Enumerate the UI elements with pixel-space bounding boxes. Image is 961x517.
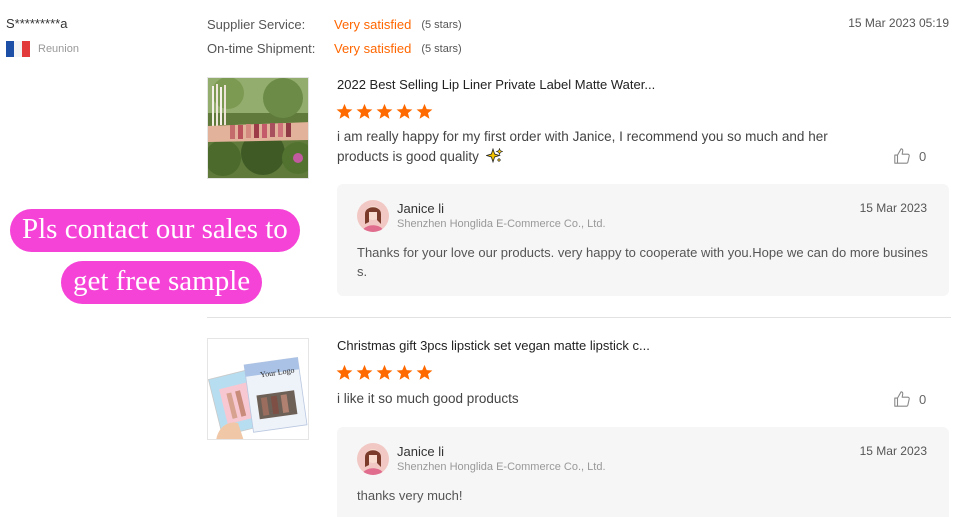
product-thumbnail[interactable]: Your Logo bbox=[207, 338, 309, 440]
thumbs-up-icon bbox=[894, 148, 910, 164]
like-count: 0 bbox=[919, 148, 927, 164]
review-comment: i like it so much good products bbox=[337, 391, 519, 406]
reply-text: thanks very much! bbox=[357, 488, 463, 503]
review-stars bbox=[336, 103, 433, 120]
supplier-avatar-icon bbox=[357, 200, 389, 232]
supplier-reply: Janice li Shenzhen Honglida E-Commerce C… bbox=[337, 184, 949, 296]
review-date: 15 Mar 2023 05:19 bbox=[848, 16, 949, 30]
reply-date: 15 Mar 2023 bbox=[859, 201, 927, 215]
rating-stars-text: (5 stars) bbox=[421, 18, 462, 31]
review-comment-text: i am really happy for my first order wit… bbox=[337, 129, 828, 164]
rating-value: Very satisfied bbox=[334, 17, 412, 32]
reply-author-name: Janice li bbox=[397, 444, 444, 459]
rating-stars-text: (5 stars) bbox=[421, 42, 462, 55]
divider bbox=[207, 317, 951, 318]
promo-line-2: get free sample bbox=[61, 261, 263, 304]
promo-line-1: Pls contact our sales to bbox=[10, 209, 300, 252]
star-icon bbox=[356, 103, 373, 119]
rating-label: Supplier Service: bbox=[207, 17, 306, 32]
thumbs-up-icon bbox=[894, 391, 910, 407]
product-title-link[interactable]: Christmas gift 3pcs lipstick set vegan m… bbox=[337, 338, 650, 353]
star-icon bbox=[416, 103, 433, 119]
star-icon bbox=[396, 364, 413, 380]
avatar bbox=[357, 443, 389, 475]
product-photo-lipstick-set-icon bbox=[208, 339, 308, 439]
reply-company: Shenzhen Honglida E-Commerce Co., Ltd. bbox=[397, 461, 606, 473]
star-icon bbox=[396, 103, 413, 119]
sparkles-icon bbox=[484, 147, 503, 164]
product-thumbnail[interactable] bbox=[207, 77, 309, 179]
star-icon bbox=[376, 103, 393, 119]
supplier-reply: Janice li Shenzhen Honglida E-Commerce C… bbox=[337, 427, 949, 517]
like-count: 0 bbox=[919, 391, 927, 407]
reply-text: Thanks for your love our products. very … bbox=[357, 245, 928, 279]
star-icon bbox=[416, 364, 433, 380]
rating-supplier-service: Supplier Service: Very satisfied (5 star… bbox=[207, 17, 462, 32]
reply-author-name: Janice li bbox=[397, 201, 444, 216]
product-title-link[interactable]: 2022 Best Selling Lip Liner Private Labe… bbox=[337, 77, 655, 92]
product-photo-lip-swatches-icon bbox=[208, 78, 308, 178]
star-icon bbox=[336, 103, 353, 119]
promo-overlay: Pls contact our sales to get free sample bbox=[10, 209, 332, 309]
like-button[interactable]: 0 bbox=[893, 390, 926, 408]
like-button[interactable]: 0 bbox=[893, 147, 926, 165]
france-flag-icon bbox=[6, 41, 30, 57]
review-stars bbox=[336, 364, 433, 381]
reply-company: Shenzhen Honglida E-Commerce Co., Ltd. bbox=[397, 218, 606, 230]
star-icon bbox=[356, 364, 373, 380]
star-icon bbox=[376, 364, 393, 380]
reply-date: 15 Mar 2023 bbox=[859, 444, 927, 458]
reviewer-name: S*********a bbox=[6, 16, 68, 31]
rating-ontime-shipment: On-time Shipment: Very satisfied (5 star… bbox=[207, 41, 462, 56]
country-name: Reunion bbox=[38, 43, 79, 55]
avatar bbox=[357, 200, 389, 232]
reviewer-country: Reunion bbox=[6, 41, 79, 57]
rating-label: On-time Shipment: bbox=[207, 41, 316, 56]
supplier-avatar-icon bbox=[357, 443, 389, 475]
rating-value: Very satisfied bbox=[334, 41, 412, 56]
star-icon bbox=[336, 364, 353, 380]
review-comment: i am really happy for my first order wit… bbox=[337, 127, 837, 167]
